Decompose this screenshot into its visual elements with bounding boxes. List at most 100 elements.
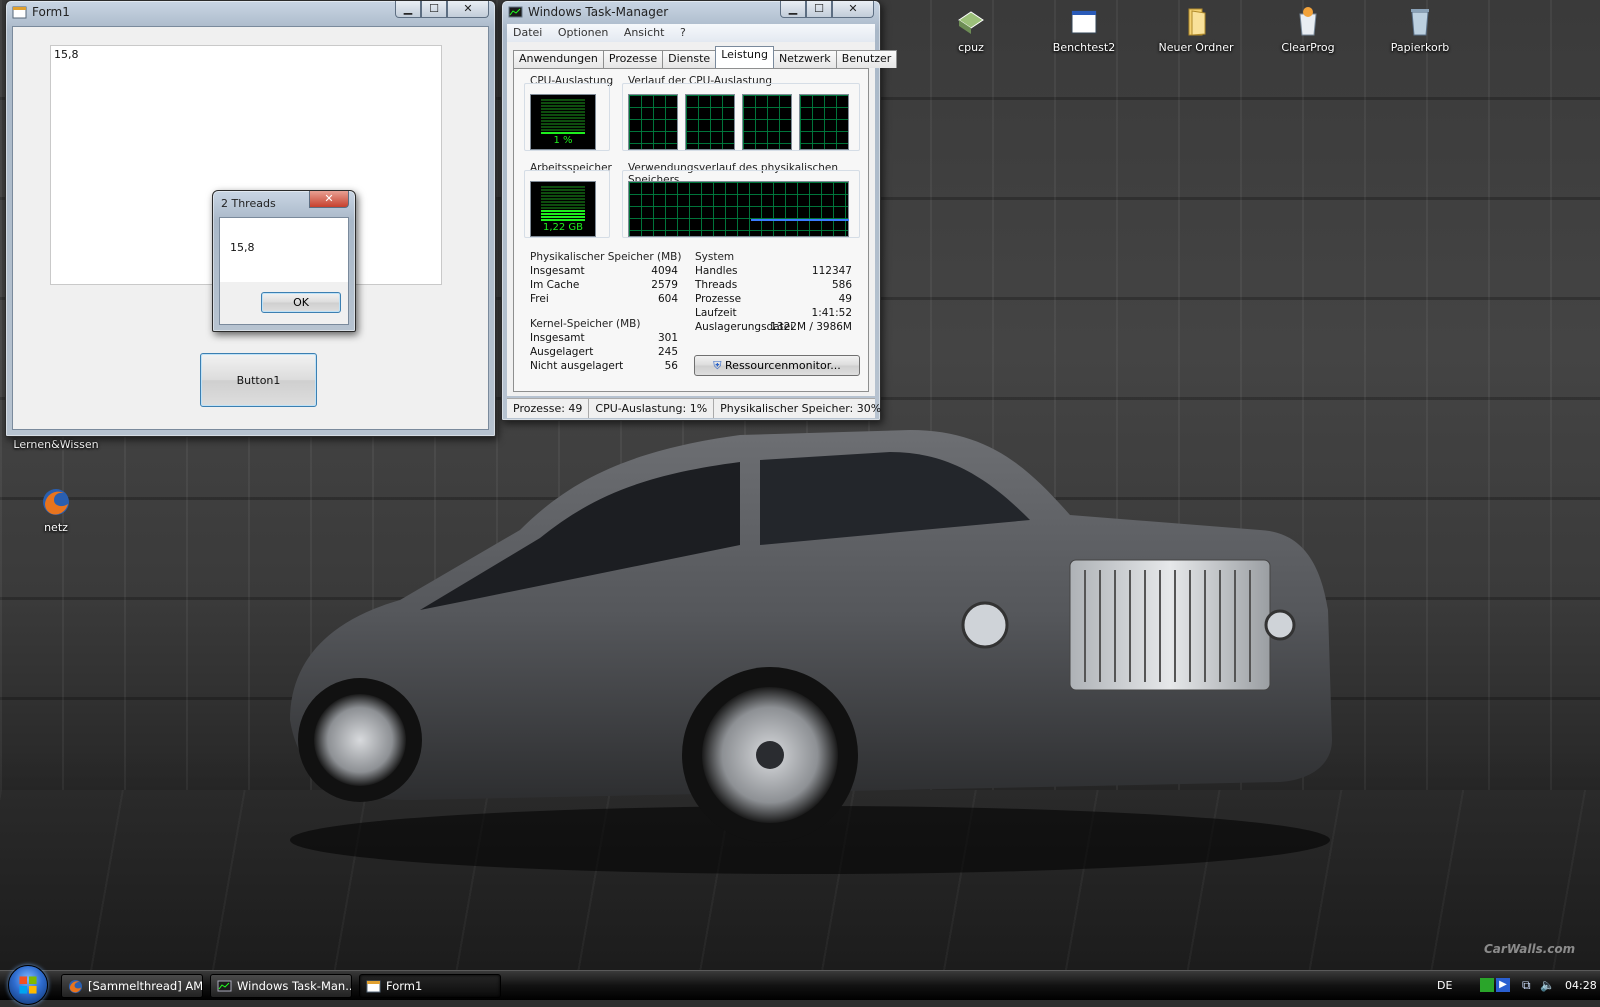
meter-segment	[541, 186, 585, 188]
desktop-icon-encarta[interactable]: Lernen&Wissen	[10, 438, 102, 451]
cpu-meter-bars	[541, 99, 585, 135]
physical-memory-table: Insgesamt 4094 Im Cache 2579 Frei 604	[530, 265, 678, 307]
clock[interactable]: 04:28	[1565, 979, 1597, 992]
cpu-history-graph-core2	[685, 94, 735, 150]
system-tray: DE ▶ ⧉ 🔈 04:28	[1400, 971, 1600, 1001]
message-box-titlebar[interactable]: 2 Threads ✕	[213, 191, 355, 215]
taskbar-button-firefox[interactable]: [Sammelthread] AM...	[61, 974, 203, 998]
desktop-icon-label: netz	[44, 521, 68, 534]
task-manager-window[interactable]: Windows Task-Manager ▁ ☐ ✕ Datei Optione…	[501, 0, 898, 421]
stat-key: Handles	[695, 265, 738, 277]
shield-icon: ⛨	[713, 358, 722, 372]
volume-icon[interactable]: 🔈	[1540, 978, 1555, 992]
memory-usage-line	[751, 219, 849, 221]
table-row: Insgesamt 4094	[530, 265, 678, 279]
clearprog-icon	[1299, 7, 1317, 36]
table-row: Insgesamt 301	[530, 332, 678, 346]
desktop-icon-firefox[interactable]: netz	[10, 486, 102, 534]
desktop-icon-label: Benchtest2	[1052, 41, 1116, 54]
language-indicator[interactable]: DE	[1437, 979, 1452, 992]
meter-segment	[541, 111, 585, 113]
tab-benutzer[interactable]: Benutzer	[835, 50, 898, 68]
stat-key: Frei	[530, 293, 549, 305]
close-button[interactable]: ✕	[309, 191, 349, 208]
tab-netzwerk[interactable]: Netzwerk	[772, 50, 837, 68]
cpu-meter: 1 %	[530, 94, 596, 150]
task-manager-icon	[217, 980, 232, 992]
stat-value: 4094	[651, 265, 678, 277]
tray-status-icon[interactable]	[1480, 978, 1494, 992]
window-title: Form1	[32, 5, 70, 19]
table-row: Prozesse 49	[695, 293, 852, 307]
kernel-memory-table: Insgesamt 301 Ausgelagert 245 Nicht ausgel…	[530, 332, 678, 374]
network-icon[interactable]: ⧉	[1522, 978, 1536, 992]
desktop-icon-cpuz[interactable]: cpuz	[925, 6, 1017, 54]
message-box-window[interactable]: 2 Threads ✕ 15,8 OK	[212, 190, 356, 332]
desktop-icon-benchtest[interactable]: Benchtest2	[1038, 6, 1130, 54]
tab-prozesse[interactable]: Prozesse	[602, 50, 664, 68]
taskbar-button-form1[interactable]: Form1	[359, 974, 501, 998]
desktop-icon-label: ClearProg	[1281, 41, 1335, 54]
desktop-icon-clearprog[interactable]: ClearProg	[1262, 6, 1354, 54]
close-button[interactable]: ✕	[447, 1, 489, 18]
window-title: Windows Task-Manager	[528, 5, 669, 19]
tab-dienste[interactable]: Dienste	[662, 50, 717, 68]
meter-segment	[541, 123, 585, 125]
form-app-icon	[12, 6, 27, 19]
menu-help[interactable]: ?	[674, 24, 692, 41]
meter-segment	[541, 204, 585, 206]
taskbar: [Sammelthread] AM... Windows Task-Man...…	[0, 965, 1600, 1005]
menu-ansicht[interactable]: Ansicht	[618, 24, 671, 41]
message-box-client: 15,8 OK	[219, 217, 349, 325]
table-row: Frei 604	[530, 293, 678, 307]
system-table: Handles 112347 Threads 586 Prozesse 49 Lauf…	[695, 265, 852, 335]
desktop-icon-recycle-bin[interactable]: Papierkorb	[1374, 6, 1466, 54]
meter-segment	[541, 132, 585, 134]
kernel-memory-title: Kernel-Speicher (MB)	[530, 318, 641, 330]
system-title: System	[695, 251, 735, 263]
stat-value: 586	[831, 279, 852, 291]
tab-anwendungen[interactable]: Anwendungen	[513, 50, 604, 68]
meter-segment	[541, 198, 585, 200]
meter-segment	[541, 117, 585, 119]
start-button[interactable]	[8, 965, 48, 1005]
minimize-button[interactable]: ▁	[780, 1, 806, 18]
form1-titlebar[interactable]: Form1 ▁ ☐ ✕	[6, 1, 495, 25]
desktop-icon-label: Lernen&Wissen	[13, 438, 99, 451]
menu-datei[interactable]: Datei	[507, 24, 548, 41]
cpu-history-graph-core4	[799, 94, 849, 150]
memory-meter: 1,22 GB	[530, 181, 596, 237]
task-manager-titlebar[interactable]: Windows Task-Manager ▁ ☐ ✕	[502, 1, 880, 25]
ok-button[interactable]: OK	[261, 292, 341, 313]
close-button[interactable]: ✕	[832, 1, 874, 18]
meter-segment	[541, 207, 585, 209]
maximize-button[interactable]: ☐	[806, 1, 832, 18]
taskbar-button-label: Form1	[386, 979, 423, 993]
menu-optionen[interactable]: Optionen	[552, 24, 614, 41]
stat-value: 49	[838, 293, 852, 305]
meter-segment	[541, 201, 585, 203]
desktop-icon-folder[interactable]: Neuer Ordner	[1150, 6, 1242, 54]
meter-segment	[541, 99, 585, 101]
cpu-history-graph-core1	[628, 94, 678, 150]
meter-segment	[541, 219, 585, 221]
tab-leistung[interactable]: Leistung	[715, 46, 774, 68]
maximize-button[interactable]: ☐	[421, 1, 447, 18]
tray-media-icon[interactable]: ▶	[1496, 978, 1510, 992]
minimize-button[interactable]: ▁	[395, 1, 421, 18]
taskbar-button-taskmgr[interactable]: Windows Task-Man...	[210, 974, 352, 998]
button1[interactable]: Button1	[200, 353, 317, 407]
cpu-history-graph-core3	[742, 94, 792, 150]
meter-segment	[541, 114, 585, 116]
form-app-icon	[366, 980, 381, 993]
stat-key: Im Cache	[530, 279, 580, 291]
stat-key: Threads	[695, 279, 738, 291]
cpu-meter-value: 1 %	[553, 135, 573, 146]
resource-monitor-button[interactable]: ⛨ Ressourcenmonitor...	[694, 355, 860, 376]
menu-bar: Datei Optionen Ansicht ?	[507, 24, 875, 42]
desktop-icon-label: Papierkorb	[1390, 41, 1450, 54]
stat-value: 2579	[651, 279, 678, 291]
stat-key: Ausgelagert	[530, 346, 594, 358]
table-row: Im Cache 2579	[530, 279, 678, 293]
message-box-title: 2 Threads	[221, 197, 276, 210]
